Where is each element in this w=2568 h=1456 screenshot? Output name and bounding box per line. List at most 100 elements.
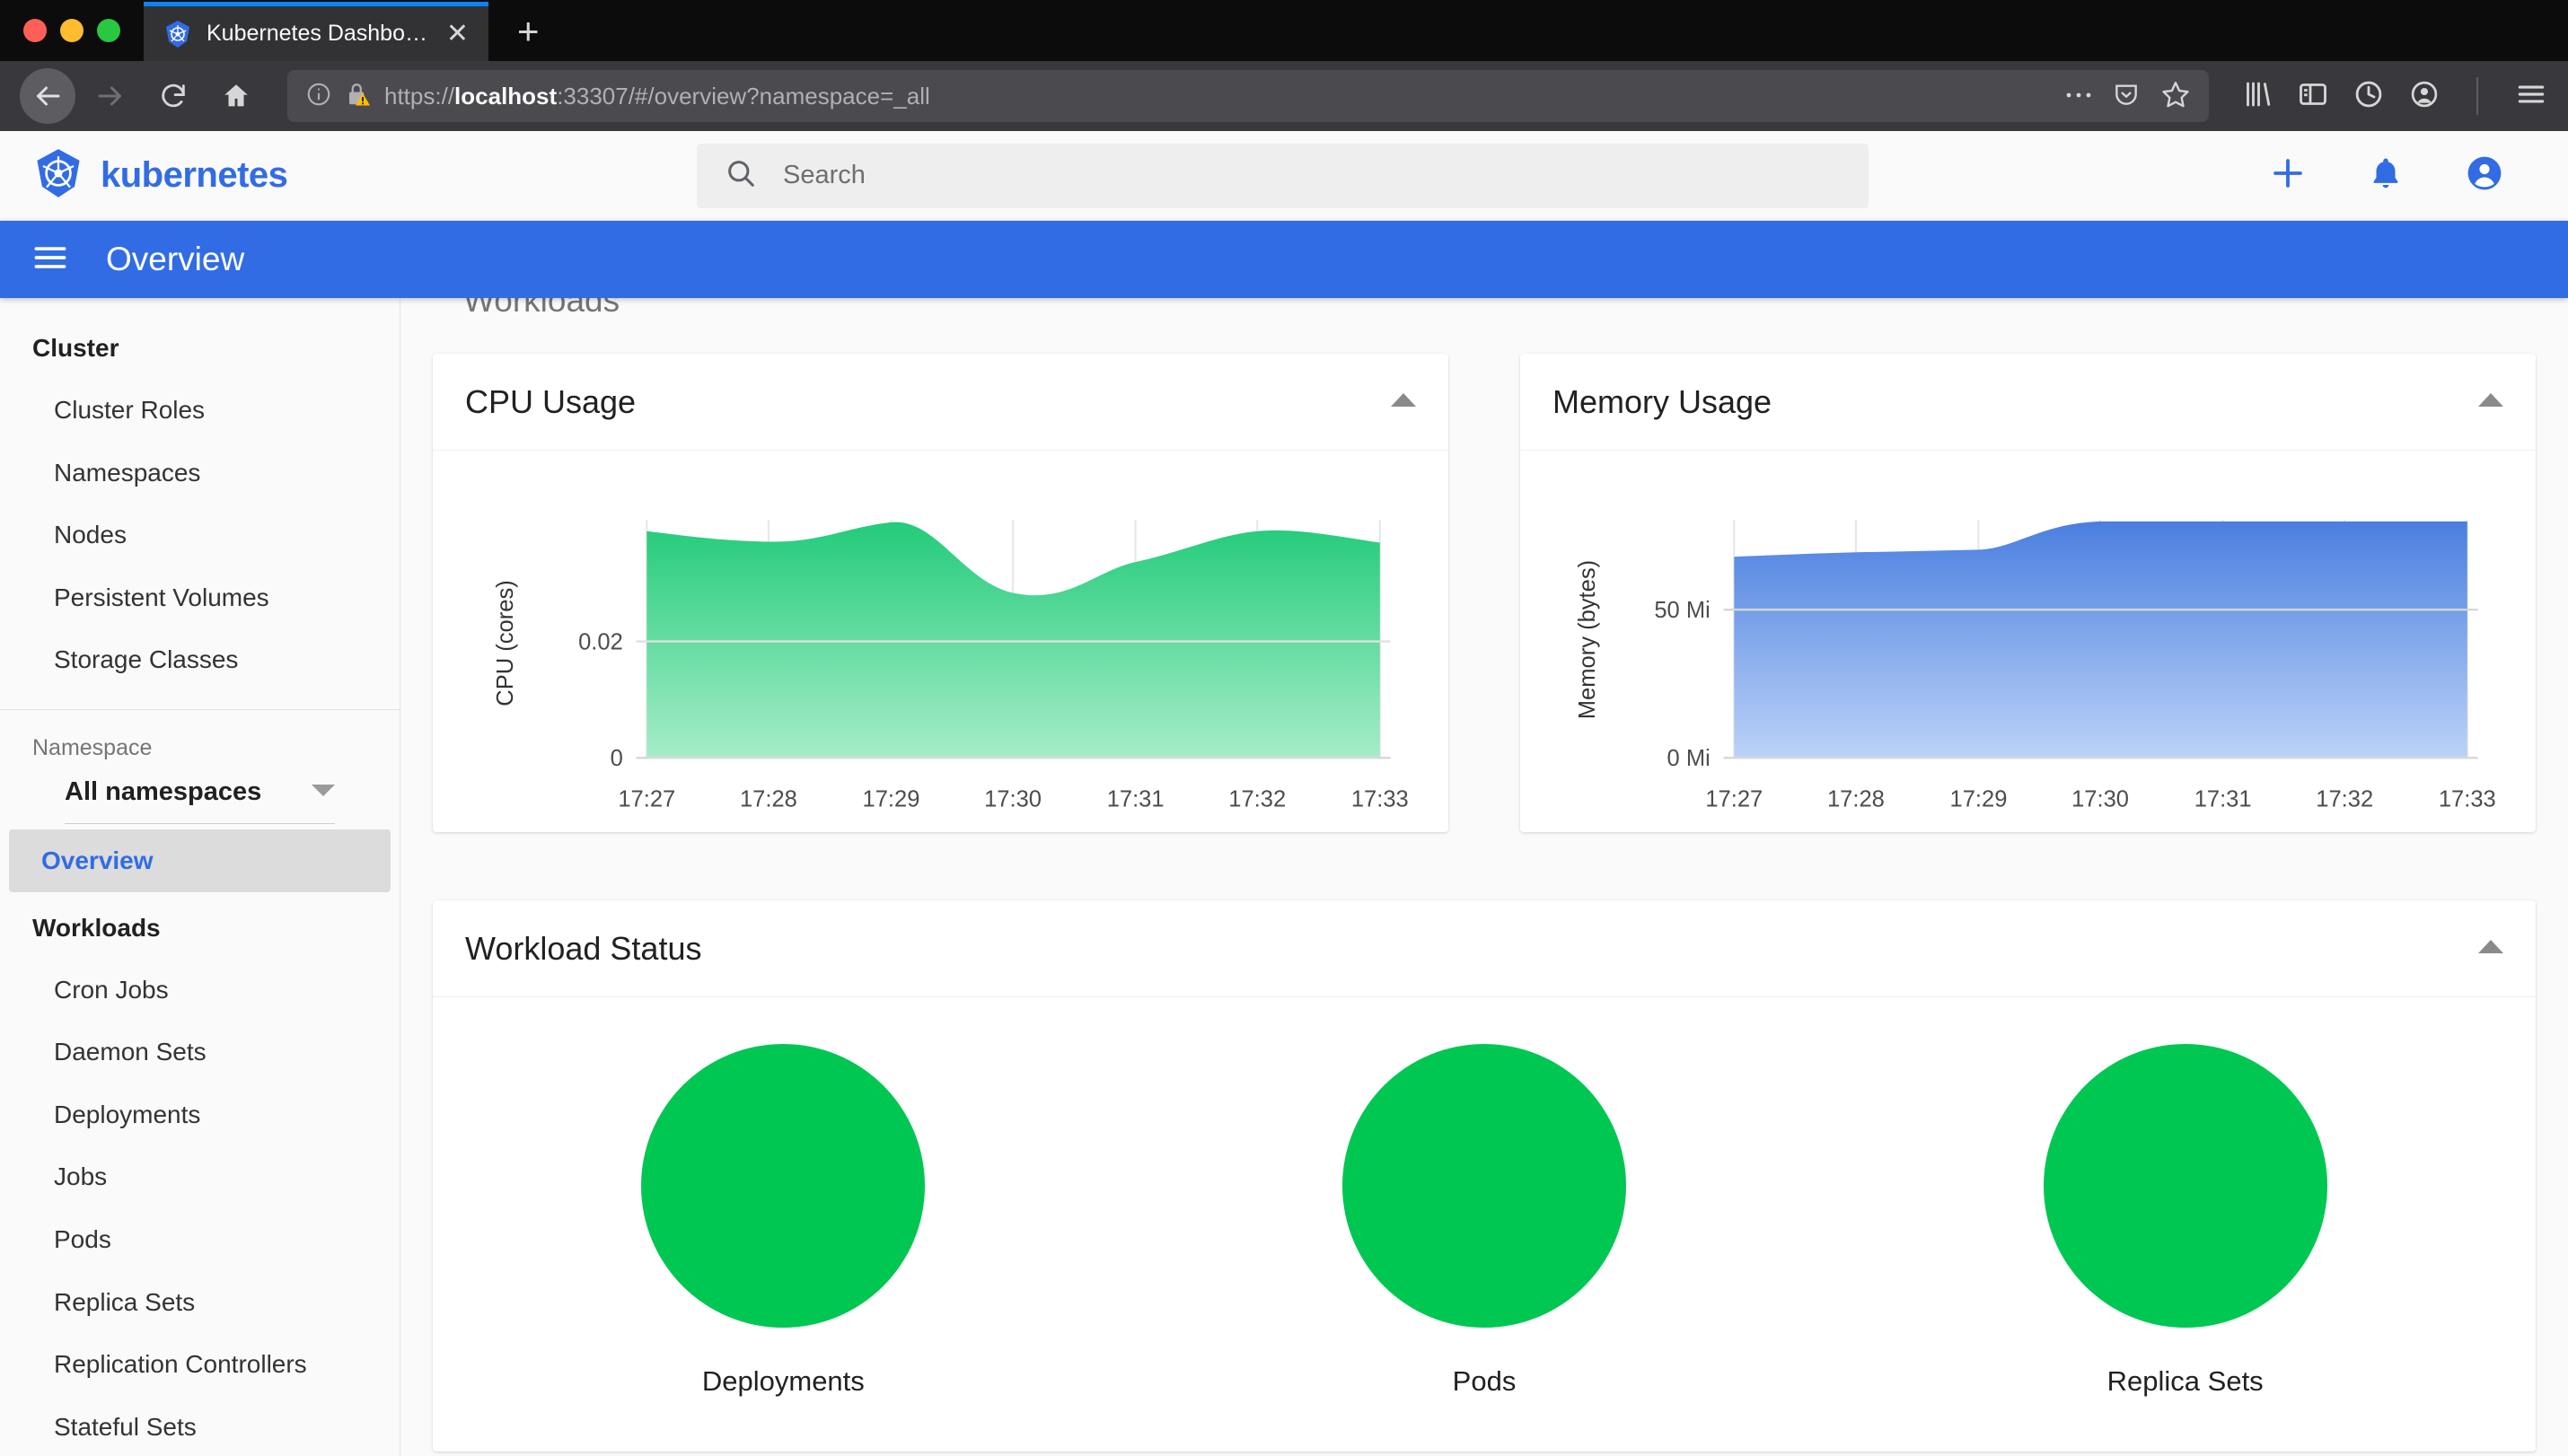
cpu-axis-label: CPU (cores) (493, 580, 518, 706)
sidebar-item-deployments[interactable]: Deployments (0, 1083, 400, 1146)
kubernetes-favicon (163, 20, 192, 48)
sidebar-item-storage-classes[interactable]: Storage Classes (0, 628, 400, 691)
hamburger-menu-icon[interactable] (31, 238, 70, 282)
tab-strip: Kubernetes Dashboard ✕ + (0, 0, 2568, 61)
memory-usage-chart[interactable]: 50 Mi 0 Mi Memory (bytes) 17:27 17:28 17… (1547, 467, 2509, 820)
workload-status-body: Deployments Pods Replica Sets (433, 997, 2536, 1452)
workload-status-title: Workload Status (465, 929, 702, 967)
cpu-ytick-0: 0 (611, 746, 623, 771)
brand[interactable]: kubernetes (32, 147, 697, 204)
search-icon (724, 156, 758, 195)
sidebar-item-stateful-sets[interactable]: Stateful Sets (0, 1396, 400, 1456)
search-input[interactable]: Search (697, 143, 1869, 208)
memory-ytick-50mi: 50 Mi (1654, 598, 1710, 623)
sidebar-item-cron-jobs[interactable]: Cron Jobs (0, 959, 400, 1022)
cpu-xtick-4: 17:31 (1107, 786, 1165, 811)
sidebar-item-persistent-volumes[interactable]: Persistent Volumes (0, 566, 400, 629)
search-placeholder: Search (783, 161, 866, 189)
kubernetes-logo-icon (32, 147, 84, 204)
memory-xtick-1: 17:28 (1827, 786, 1885, 811)
sidebar-item-daemon-sets[interactable]: Daemon Sets (0, 1021, 400, 1083)
deployments-label: Deployments (701, 1365, 865, 1398)
memory-area (1734, 521, 2467, 759)
replica-sets-pie-chart[interactable] (2043, 1044, 2327, 1329)
account-icon[interactable] (2408, 78, 2440, 115)
reload-icon[interactable] (145, 68, 201, 124)
page-actions-icon[interactable] (2065, 88, 2092, 104)
sidebar-item-overview[interactable]: Overview (9, 829, 391, 892)
tab-title: Kubernetes Dashboard (207, 21, 432, 46)
workload-status-card: Workload Status Deployments Pods Replica… (433, 900, 2536, 1452)
hamburger-menu-icon[interactable] (2514, 77, 2548, 116)
sidebar-item-replica-sets[interactable]: Replica Sets (0, 1271, 400, 1334)
address-bar[interactable]: https://localhost:33307/#/overview?names… (287, 70, 2209, 122)
sidebar-item-cluster-roles[interactable]: Cluster Roles (0, 379, 400, 442)
memory-usage-card: Memory Usage 50 Mi 0 Mi Memory (bytes) 1… (1520, 354, 2536, 833)
namespace-label: Namespace (32, 734, 153, 760)
cpu-xtick-5: 17:32 (1228, 786, 1286, 811)
app-header: kubernetes Search (0, 131, 2568, 221)
replica-sets-label: Replica Sets (2106, 1365, 2264, 1398)
sidebar-item-namespaces[interactable]: Namespaces (0, 442, 400, 504)
browser-window: Kubernetes Dashboard ✕ + https://localho… (0, 0, 2568, 1456)
browser-tab[interactable]: Kubernetes Dashboard ✕ (144, 2, 488, 61)
sidebar-group-workloads: Workloads (32, 913, 161, 942)
cpu-ytick-002: 0.02 (578, 629, 623, 654)
sidebar-group-cluster: Cluster (32, 334, 119, 362)
close-icon[interactable]: ✕ (446, 20, 469, 48)
workload-status-pods[interactable]: Pods (1134, 1044, 1835, 1398)
sidebar-item-pods[interactable]: Pods (0, 1208, 400, 1271)
chevron-up-icon[interactable] (2478, 392, 2503, 412)
page-info-icon[interactable] (305, 81, 332, 112)
workload-status-deployments[interactable]: Deployments (433, 1044, 1134, 1398)
insecure-lock-icon[interactable] (345, 81, 372, 112)
sidebar-item-jobs[interactable]: Jobs (0, 1145, 400, 1208)
pods-pie-chart[interactable] (1342, 1044, 1626, 1329)
chevron-down-icon (312, 783, 335, 802)
workload-status-replica-sets[interactable]: Replica Sets (1834, 1044, 2536, 1398)
account-circle-icon[interactable] (2464, 153, 2505, 198)
close-window-button[interactable] (23, 19, 47, 42)
metrics-row: CPU Usage 0.02 0 CPU (cores) 17:27 17:28… (433, 354, 2536, 833)
memory-xtick-5: 17:32 (2316, 786, 2373, 811)
history-clock-icon[interactable] (2353, 78, 2385, 115)
minimize-window-button[interactable] (60, 19, 84, 42)
cpu-usage-card: CPU Usage 0.02 0 CPU (cores) 17:27 17:28… (433, 354, 1448, 833)
sidebar-item-replication-controllers[interactable]: Replication Controllers (0, 1333, 400, 1396)
chevron-up-icon[interactable] (1391, 392, 1416, 412)
navigation-toolbar: https://localhost:33307/#/overview?names… (0, 61, 2568, 131)
sidebar-icon[interactable] (2297, 78, 2329, 115)
brand-name: kubernetes (101, 155, 288, 195)
page-title: Overview (106, 241, 245, 277)
app-body: Cluster Cluster Roles Namespaces Nodes P… (0, 298, 2568, 1456)
cpu-card-body: 0.02 0 CPU (cores) 17:27 17:28 17:29 17:… (433, 451, 1448, 832)
memory-ytick-0mi: 0 Mi (1667, 746, 1711, 771)
memory-card-header: Memory Usage (1520, 354, 2536, 451)
cpu-xtick-3: 17:30 (984, 786, 1042, 811)
window-controls (0, 0, 144, 61)
plus-icon[interactable] (2268, 153, 2308, 197)
sidebar: Cluster Cluster Roles Namespaces Nodes P… (0, 298, 400, 1456)
cpu-xtick-6: 17:33 (1351, 786, 1409, 811)
home-icon[interactable] (208, 68, 264, 124)
memory-axis-label: Memory (bytes) (1575, 560, 1600, 719)
cpu-usage-chart[interactable]: 0.02 0 CPU (cores) 17:27 17:28 17:29 17:… (460, 467, 1421, 820)
maximize-window-button[interactable] (97, 19, 120, 42)
memory-xtick-4: 17:31 (2194, 786, 2252, 811)
deployments-pie-chart[interactable] (641, 1044, 926, 1329)
back-arrow-icon[interactable] (20, 68, 75, 124)
star-bookmark-icon[interactable] (2160, 79, 2191, 114)
kubernetes-dashboard: kubernetes Search Overview Cluster Clust… (0, 131, 2568, 1456)
sidebar-item-nodes[interactable]: Nodes (0, 504, 400, 566)
url-host: localhost (454, 82, 558, 110)
new-tab-button[interactable]: + (488, 2, 568, 61)
namespace-select[interactable]: All namespaces (65, 767, 335, 824)
forward-arrow-icon[interactable] (83, 68, 138, 124)
browser-toolbar-icons (2232, 77, 2548, 116)
cpu-card-header: CPU Usage (433, 354, 1448, 451)
bell-icon[interactable] (2367, 154, 2405, 197)
pocket-icon[interactable] (2112, 80, 2141, 113)
library-icon[interactable] (2241, 78, 2273, 115)
memory-xtick-0: 17:27 (1705, 786, 1763, 811)
chevron-up-icon[interactable] (2478, 939, 2503, 959)
